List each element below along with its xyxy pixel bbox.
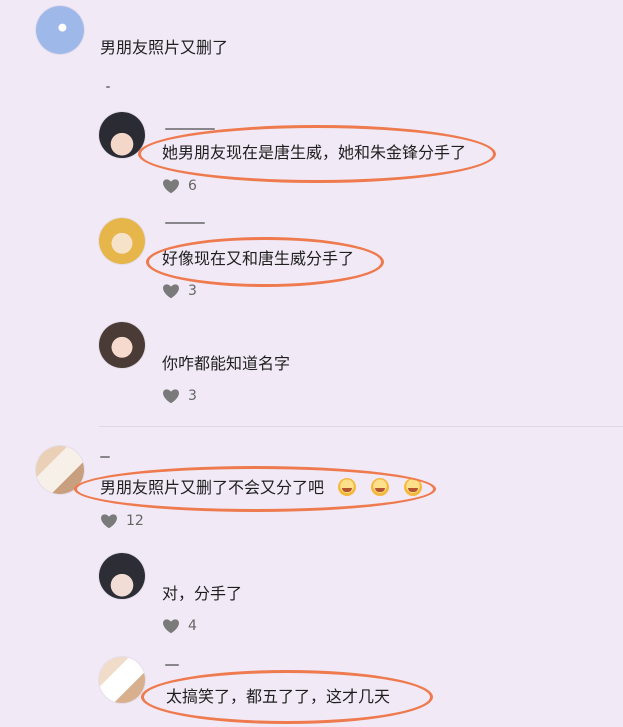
like-count: 3: [188, 388, 197, 404]
reply-text: 太搞笑了，都五了了，这才几天: [166, 687, 391, 706]
like-button[interactable]: 12: [100, 513, 144, 529]
comment-body: 男朋友照片又删了不会又分了吧: [100, 478, 325, 497]
reply-text: 对，分手了: [162, 584, 243, 603]
like-count: 6: [188, 178, 197, 194]
laughing-crying-emoji: [338, 478, 357, 496]
reply-text: 她男朋友现在是唐生威，她和朱金锋分手了: [162, 143, 467, 162]
username-stub: [165, 128, 215, 130]
like-button[interactable]: 3: [162, 388, 197, 404]
like-count: 12: [126, 513, 144, 529]
username-stub: [165, 222, 205, 224]
username-stub: [106, 86, 110, 88]
heart-icon: [162, 618, 180, 634]
avatar[interactable]: [99, 322, 145, 368]
avatar[interactable]: [36, 6, 84, 54]
heart-icon: [162, 388, 180, 404]
like-button[interactable]: 6: [162, 178, 197, 194]
heart-icon: [162, 283, 180, 299]
post-text: 男朋友照片又删了: [100, 38, 229, 57]
laughing-crying-emoji: [404, 478, 423, 496]
heart-icon: [100, 513, 118, 529]
avatar[interactable]: [99, 218, 145, 264]
reply-text: 好像现在又和唐生威分手了: [162, 249, 355, 268]
username-stub: [100, 456, 110, 458]
avatar[interactable]: [99, 112, 145, 158]
avatar[interactable]: [99, 553, 145, 599]
divider: [99, 426, 623, 427]
like-button[interactable]: 4: [162, 618, 197, 634]
avatar[interactable]: [99, 657, 145, 703]
username-stub: [165, 664, 179, 666]
reply-text: 你咋都能知道名字: [162, 354, 291, 373]
like-count: 4: [188, 618, 197, 634]
comment-text: 男朋友照片又删了不会又分了吧: [100, 478, 423, 498]
like-count: 3: [188, 283, 197, 299]
heart-icon: [162, 178, 180, 194]
like-button[interactable]: 3: [162, 283, 197, 299]
avatar[interactable]: [36, 446, 84, 494]
laughing-crying-emoji: [371, 478, 390, 496]
